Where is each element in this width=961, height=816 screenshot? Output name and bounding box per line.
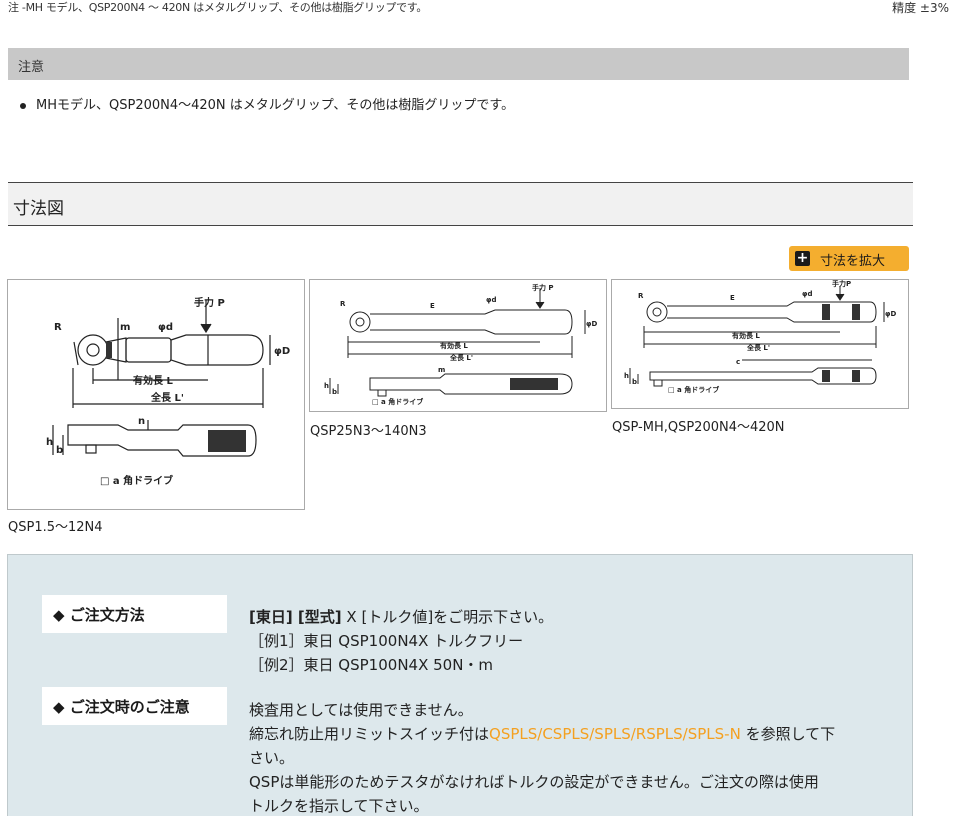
diagram1-h-label: h	[46, 437, 53, 448]
diagram1-d-label: φd	[158, 322, 173, 333]
wrench-drawing-medium: 手力 P R E φd φD 有効長 L 全長 L' m h b □ a 角ドラ…	[324, 283, 597, 406]
diagram3-drive-label: □ a 角ドライブ	[668, 385, 719, 394]
order-example-2: ［例2］東日 QSP100N4X 50N・m	[249, 656, 494, 674]
diagram2-m-label: m	[438, 366, 445, 374]
caution-line-2-post: を参照して下	[740, 725, 836, 743]
diagram2-b-label: b	[332, 388, 337, 396]
caution-line-2-pre: 締忘れ防止用リミットスイッチ付は	[249, 725, 490, 743]
diagram3-total-len-label: 全長 L'	[746, 343, 770, 352]
limit-switch-models-link[interactable]: QSPLS/CSPLS/SPLS/RSPLS/SPLS-N	[489, 725, 741, 743]
diagram2-drive-label: □ a 角ドライブ	[372, 397, 423, 406]
notice-heading: 注意	[18, 60, 45, 75]
caution-line-5: トルクを指示して下さい。	[249, 797, 429, 815]
diagram2-caption: QSP25N3〜140N3	[310, 424, 427, 439]
list-item: MHモデル、QSP200N4〜420N はメタルグリップ、その他は樹脂グリップで…	[20, 94, 514, 113]
order-method-bold: [東日] [型式]	[249, 608, 342, 626]
diagram3-h-label: h	[624, 372, 629, 380]
caution-line-1: 検査用としては使用できません。	[249, 701, 473, 719]
diagram2-D-label: φD	[586, 320, 597, 328]
order-method-text: [東日] [型式] X [トルク値]をご明示下さい。	[249, 605, 553, 629]
enlarge-button-label: 寸法を拡大	[820, 254, 886, 269]
diagram2-force-label: 手力 P	[532, 283, 554, 292]
dimensions-heading-bar: 寸法図	[8, 182, 913, 226]
caution-line-2: 締忘れ防止用リミットスイッチ付はQSPLS/CSPLS/SPLS/RSPLS/S…	[249, 722, 835, 746]
accuracy-text: 精度 ±3%	[892, 1, 949, 15]
diagram3-force-label: 手力P	[832, 280, 851, 288]
dimension-diagram-qsp-medium[interactable]: 手力 P R E φd φD 有効長 L 全長 L' m h b □ a 角ドラ…	[309, 279, 607, 412]
notice-item-text: MHモデル、QSP200N4〜420N はメタルグリップ、その他は樹脂グリップで…	[36, 98, 515, 113]
diagram1-force-label: 手力 P	[194, 296, 225, 309]
diagram3-eff-len-label: 有効長 L	[732, 331, 760, 340]
order-method-label: ◆ ご注文方法	[53, 606, 145, 624]
wrench-drawing-small: 手力 P R m φd φD 有効長 L 全長 L' n h b □ a 角ドラ…	[46, 296, 290, 487]
diagram1-drive-label: □ a 角ドライブ	[100, 474, 173, 487]
diagram2-eff-len-label: 有効長 L	[440, 341, 468, 350]
diagram1-m-label: m	[120, 322, 130, 333]
dimension-diagram-qsp-small[interactable]: 手力 P R m φd φD 有効長 L 全長 L' n h b □ a 角ドラ…	[7, 279, 305, 510]
order-method-rest: X [トルク値]をご明示下さい。	[341, 608, 554, 626]
top-note-text: 注 -MH モデル、QSP200N4 〜 420N はメタルグリップ、その他は樹…	[8, 1, 428, 14]
order-method-label-box: ◆ ご注文方法	[42, 595, 227, 633]
diagram2-total-len-label: 全長 L'	[449, 353, 473, 362]
plus-icon: +	[795, 250, 810, 266]
diagram2-r-label: R	[340, 300, 346, 308]
dimension-diagram-qsp-large[interactable]: 手力P R E φd φD 有効長 L 全長 L' c h b □ a 角ドライ…	[611, 279, 909, 409]
diagram2-e-label: E	[430, 302, 435, 310]
diagram3-r-label: R	[638, 292, 644, 300]
caution-line-3: さい。	[249, 749, 295, 767]
diagram1-eff-len-label: 有効長 L	[133, 374, 173, 387]
diagram1-n-label: n	[138, 416, 145, 427]
diagram1-r-label: R	[54, 322, 62, 333]
diagram3-b-label: b	[632, 378, 637, 386]
caution-line-4: QSPは単能形のためテスタがなければトルクの設定ができません。ご注文の際は使用	[249, 773, 819, 791]
diagram3-d-label: φd	[802, 290, 813, 298]
order-caution-label-box: ◆ ご注文時のご注意	[42, 687, 227, 725]
diagram1-D-label: φD	[274, 346, 290, 357]
diagram2-d-label: φd	[486, 296, 497, 304]
bullet-icon	[20, 102, 26, 109]
diagram3-D-label: φD	[885, 310, 896, 318]
order-caution-label: ◆ ご注文時のご注意	[53, 698, 190, 716]
diagram1-b-label: b	[56, 445, 63, 456]
diagram1-caption: QSP1.5〜12N4	[8, 520, 103, 535]
wrench-drawing-large: 手力P R E φd φD 有効長 L 全長 L' c h b □ a 角ドライ…	[624, 280, 896, 394]
diagram3-c-label: c	[736, 358, 740, 366]
diagram2-h-label: h	[324, 382, 329, 390]
diagram3-caption: QSP-MH,QSP200N4〜420N	[612, 420, 785, 435]
diagram3-e-label: E	[730, 294, 735, 302]
notice-heading-bar: 注意	[8, 48, 909, 80]
order-info-panel: ◆ ご注文方法 [東日] [型式] X [トルク値]をご明示下さい。 ［例1］東…	[7, 554, 913, 816]
order-example-1: ［例1］東日 QSP100N4X トルクフリー	[249, 632, 524, 650]
enlarge-dimensions-button[interactable]: + 寸法を拡大	[789, 246, 909, 271]
dimensions-heading: 寸法図	[13, 199, 64, 219]
diagram1-total-len-label: 全長 L'	[150, 391, 184, 404]
notice-list: MHモデル、QSP200N4〜420N はメタルグリップ、その他は樹脂グリップで…	[20, 94, 514, 113]
